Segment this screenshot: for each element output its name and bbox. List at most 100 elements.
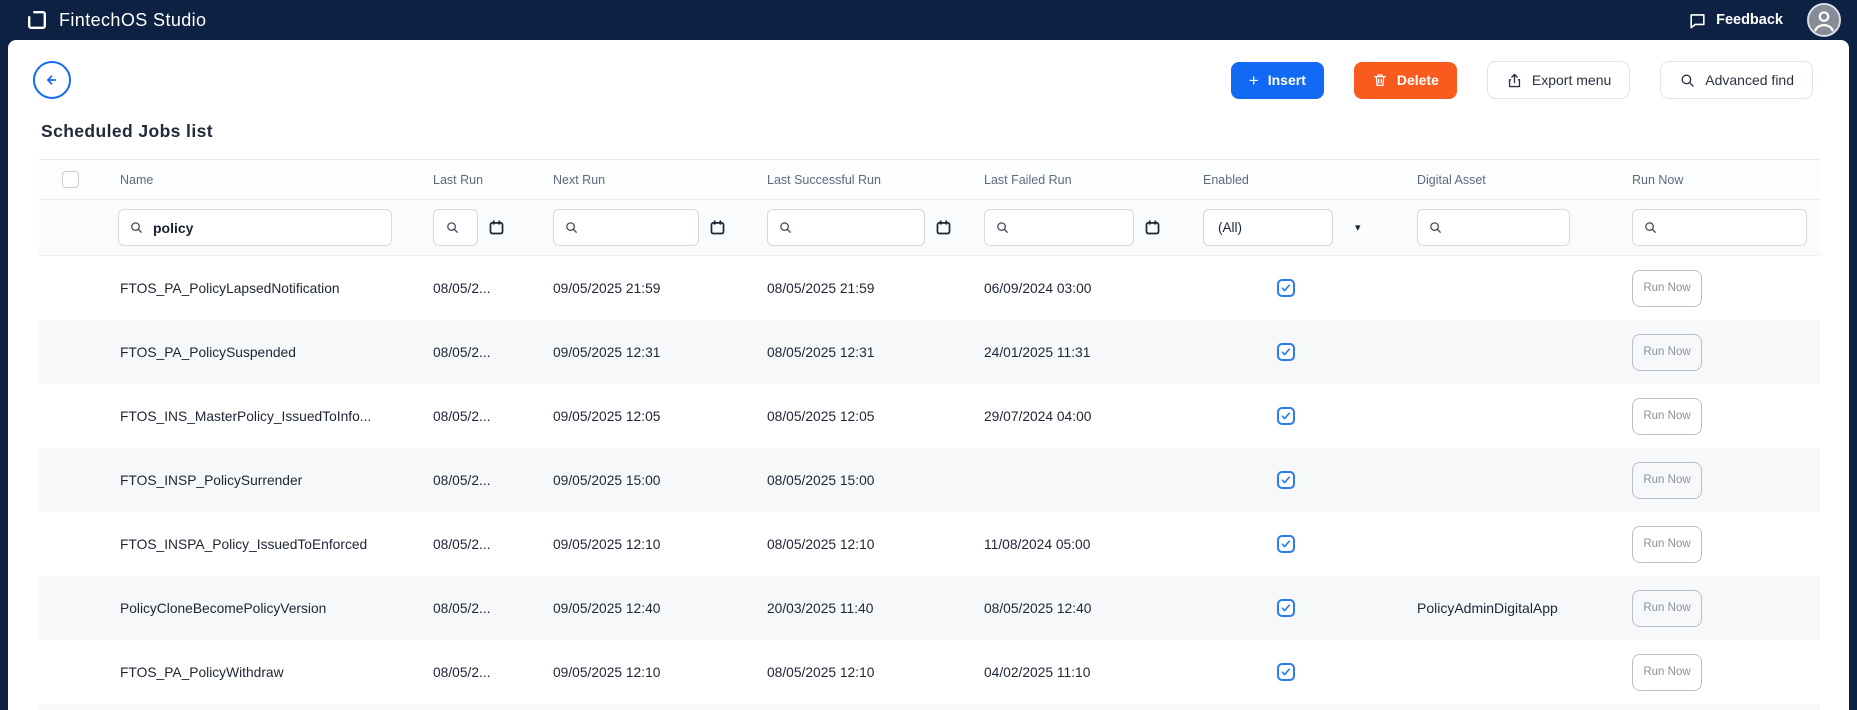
enabled-checkbox[interactable]	[1277, 279, 1295, 297]
enabled-checkbox[interactable]	[1277, 407, 1295, 425]
next-run-value: 09/05/2025 15:00	[551, 473, 765, 488]
column-header-digital-asset[interactable]: Digital Asset	[1415, 173, 1630, 187]
last-successful-run-value: 08/05/2025 12:05	[765, 409, 982, 424]
enabled-checkbox[interactable]	[1277, 535, 1295, 553]
plus-icon: +	[1249, 72, 1259, 89]
delete-button[interactable]: Delete	[1354, 62, 1457, 99]
last-failed-run-value: 04/02/2025 11:10	[982, 665, 1201, 680]
enabled-cell	[1201, 279, 1415, 297]
next-run-value: 09/05/2025 12:31	[551, 345, 765, 360]
name-filter-input[interactable]	[118, 209, 392, 246]
advanced-find-label: Advanced find	[1705, 72, 1794, 88]
last-run-value: 08/05/2...	[431, 601, 551, 616]
run-now-button[interactable]: Run Now	[1632, 398, 1702, 435]
table-row[interactable]: FTOS_PA_PolicySuspended 08/05/2... 09/05…	[39, 320, 1820, 384]
run-now-cell: Run Now	[1630, 334, 1820, 371]
last-successful-run-value: 08/05/2025 21:59	[765, 281, 982, 296]
table-row[interactable]: FTOS_PA_PolicyLapsedNotification 08/05/2…	[39, 256, 1820, 320]
last-failed-run-value: 24/01/2025 11:31	[982, 345, 1201, 360]
run-now-cell: Run Now	[1630, 398, 1820, 435]
arrow-left-icon	[42, 70, 62, 90]
calendar-icon[interactable]	[709, 219, 726, 236]
column-header-next-run[interactable]: Next Run	[551, 173, 765, 187]
filter-next-run-cell	[551, 209, 765, 246]
insert-button[interactable]: + Insert	[1231, 62, 1324, 99]
last-failed-run-value: 06/09/2024 03:00	[982, 281, 1201, 296]
run-now-button[interactable]: Run Now	[1632, 526, 1702, 563]
last-failed-run-value: 29/07/2024 04:00	[982, 409, 1201, 424]
calendar-icon[interactable]	[935, 219, 952, 236]
last-run-value: 08/05/2...	[431, 665, 551, 680]
table-row[interactable]: FTOS_INSPA_Policy_IssuedToEnforced 08/05…	[39, 512, 1820, 576]
column-header-name[interactable]: Name	[101, 173, 431, 187]
last-failed-run-value: 11/08/2024 05:00	[982, 537, 1201, 552]
filter-last-failed-cell	[982, 209, 1201, 246]
app-title: FintechOS Studio	[59, 10, 206, 31]
top-bar: FintechOS Studio Feedback	[0, 0, 1857, 40]
job-name: FTOS_PA_PolicyWithdraw	[101, 665, 431, 680]
advanced-find-button[interactable]: Advanced find	[1660, 61, 1813, 99]
run-now-filter-input[interactable]	[1632, 209, 1807, 246]
run-now-button[interactable]: Run Now	[1632, 270, 1702, 307]
job-name: FTOS_INSP_PolicySurrender	[101, 473, 431, 488]
table-row[interactable]: FTOS_INS_MasterPolicy_IssuedToInfo... 08…	[39, 384, 1820, 448]
next-run-value: 09/05/2025 12:10	[551, 665, 765, 680]
search-icon	[564, 220, 579, 235]
run-now-button[interactable]: Run Now	[1632, 590, 1702, 627]
actions-row: + Insert Delete Export menu Advanced fi	[8, 40, 1849, 99]
run-now-cell: Run Now	[1630, 462, 1820, 499]
last-successful-run-value: 08/05/2025 15:00	[765, 473, 982, 488]
next-run-value: 09/05/2025 12:05	[551, 409, 765, 424]
enabled-checkbox[interactable]	[1277, 663, 1295, 681]
insert-label: Insert	[1268, 72, 1306, 88]
select-all-checkbox[interactable]	[62, 171, 79, 188]
feedback-button[interactable]: Feedback	[1688, 11, 1783, 30]
last-failed-run-value: 08/05/2025 12:40	[982, 601, 1201, 616]
table-row[interactable]: FTOS_PA_PolicyWithdraw 08/05/2... 09/05/…	[39, 640, 1820, 704]
job-name: FTOS_PA_PolicySuspended	[101, 345, 431, 360]
table-filter-row: (All) ▾	[39, 200, 1820, 256]
filter-run-now-cell	[1630, 209, 1820, 246]
fintechos-logo-icon	[26, 9, 48, 31]
column-header-last-run[interactable]: Last Run	[431, 173, 551, 187]
enabled-checkbox[interactable]	[1277, 599, 1295, 617]
run-now-button[interactable]: Run Now	[1632, 462, 1702, 499]
column-header-run-now[interactable]: Run Now	[1630, 173, 1820, 187]
table-row-partial	[39, 704, 1820, 710]
search-icon	[129, 220, 144, 235]
scheduled-jobs-table: Name Last Run Next Run Last Successful R…	[39, 159, 1820, 710]
content-panel: + Insert Delete Export menu Advanced fi	[8, 40, 1849, 710]
job-name: FTOS_PA_PolicyLapsedNotification	[101, 281, 431, 296]
calendar-icon[interactable]	[1144, 219, 1161, 236]
last-successful-run-value: 08/05/2025 12:10	[765, 665, 982, 680]
table-row[interactable]: FTOS_INSP_PolicySurrender 08/05/2... 09/…	[39, 448, 1820, 512]
feedback-label: Feedback	[1716, 12, 1783, 28]
export-menu-button[interactable]: Export menu	[1487, 61, 1630, 99]
enabled-checkbox[interactable]	[1277, 471, 1295, 489]
column-header-last-failed-run[interactable]: Last Failed Run	[982, 173, 1201, 187]
calendar-icon[interactable]	[488, 219, 505, 236]
column-header-last-successful-run[interactable]: Last Successful Run	[765, 173, 982, 187]
next-run-value: 09/05/2025 21:59	[551, 281, 765, 296]
search-icon	[445, 220, 460, 235]
delete-label: Delete	[1397, 72, 1439, 88]
run-now-button[interactable]: Run Now	[1632, 654, 1702, 691]
run-now-cell: Run Now	[1630, 590, 1820, 627]
select-all-cell	[39, 171, 101, 188]
enabled-cell	[1201, 343, 1415, 361]
export-icon	[1506, 72, 1523, 89]
user-avatar[interactable]	[1807, 3, 1841, 37]
last-run-value: 08/05/2...	[431, 473, 551, 488]
chevron-down-icon[interactable]: ▾	[1355, 221, 1361, 234]
enabled-filter-value: (All)	[1218, 220, 1242, 235]
column-header-enabled[interactable]: Enabled	[1201, 173, 1415, 187]
back-button[interactable]	[33, 61, 71, 99]
run-now-cell: Run Now	[1630, 526, 1820, 563]
table-row[interactable]: PolicyCloneBecomePolicyVersion 08/05/2..…	[39, 576, 1820, 640]
enabled-cell	[1201, 407, 1415, 425]
run-now-cell: Run Now	[1630, 654, 1820, 691]
run-now-button[interactable]: Run Now	[1632, 334, 1702, 371]
enabled-filter-select[interactable]: (All)	[1203, 209, 1333, 246]
filter-last-successful-cell	[765, 209, 982, 246]
enabled-checkbox[interactable]	[1277, 343, 1295, 361]
